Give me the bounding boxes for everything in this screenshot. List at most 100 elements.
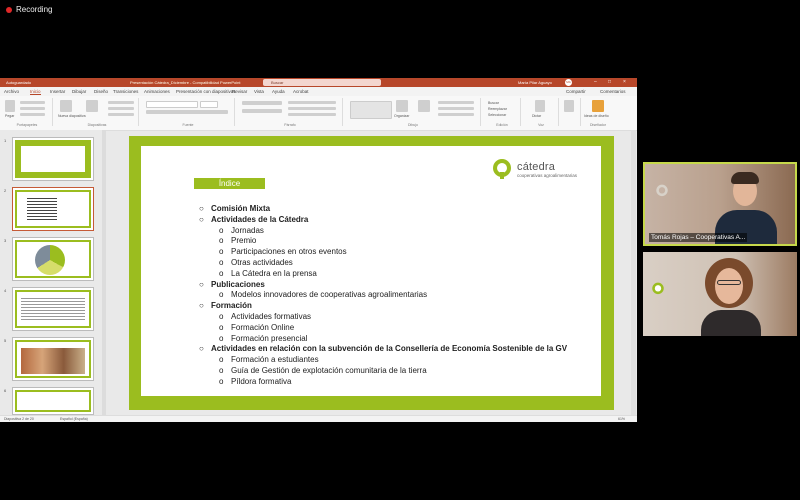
menu-presentacion[interactable]: Presentación con diapositivas — [176, 89, 236, 94]
menu-acrobat[interactable]: Acrobat — [293, 89, 309, 94]
close-icon[interactable]: × — [623, 79, 626, 85]
smartart-icon[interactable] — [288, 113, 336, 116]
menu-archivo[interactable]: Archivo — [4, 89, 19, 94]
wall-logo — [655, 184, 705, 214]
shapes-gallery[interactable] — [350, 101, 392, 119]
toc-text: Jornadas — [231, 225, 264, 235]
bullet-icon: ○ — [199, 279, 204, 289]
font-format-icons[interactable] — [146, 110, 228, 114]
toc-text: Premio — [231, 236, 257, 246]
current-slide[interactable]: cátedra cooperativas agroalimentarias Ín… — [129, 136, 614, 410]
layout-icon[interactable] — [108, 101, 134, 104]
logo-text: cátedra cooperativas agroalimentarias — [517, 161, 577, 178]
paste-label[interactable]: Pegar — [5, 114, 14, 118]
group-label: Voz — [538, 123, 544, 127]
quick-styles-icon[interactable] — [418, 100, 430, 112]
bullet-icon: ○ — [199, 214, 204, 224]
thumb-text-lines — [21, 296, 85, 320]
avatar[interactable]: MA — [565, 79, 572, 86]
toc-subitem: o Formación Online — [199, 323, 567, 334]
font-size-select[interactable] — [200, 101, 218, 108]
reset-icon[interactable] — [108, 107, 134, 110]
ribbon-group-clipboard: Pegar Portapapeles — [2, 98, 53, 127]
zoom-level[interactable]: 61% — [618, 417, 625, 421]
bullet-icon: o — [219, 290, 224, 300]
find-button[interactable]: Buscar — [488, 101, 499, 105]
arrange-label[interactable]: Organizar — [394, 114, 409, 118]
toc-subitem: o Participaciones en otros eventos — [199, 247, 567, 258]
menu-ayuda[interactable]: Ayuda — [272, 89, 285, 94]
list-icons[interactable] — [242, 101, 282, 105]
slide-thumbnail-6[interactable] — [12, 387, 94, 415]
align-icons[interactable] — [242, 109, 282, 113]
thumb-number: 5 — [4, 338, 7, 343]
thumb-photo — [21, 348, 85, 374]
menu-dibujar[interactable]: Dibujar — [72, 89, 86, 94]
bullet-icon: o — [219, 268, 224, 278]
menu-vista[interactable]: Vista — [254, 89, 264, 94]
ribbon-group-slides: Nueva diapositiva Diapositivas — [56, 98, 139, 127]
group-label: Diapositivas — [87, 123, 107, 127]
format-painter-icon[interactable] — [20, 113, 45, 116]
slide-count: Diapositiva 2 de 20 — [4, 417, 34, 421]
search-box[interactable]: Buscar — [263, 79, 381, 86]
participant-video-2[interactable] — [643, 252, 797, 336]
menu-transiciones[interactable]: Transiciones — [113, 89, 138, 94]
autosave-label[interactable]: Autoguardado — [6, 80, 31, 85]
align-text-icon[interactable] — [288, 107, 336, 110]
slide-thumbnail-1[interactable] — [12, 137, 94, 181]
shape-effects-icon[interactable] — [438, 113, 474, 116]
toc-subitem: o Premio — [199, 236, 567, 247]
cut-icon[interactable] — [20, 101, 45, 104]
designer-icon[interactable] — [592, 100, 604, 112]
paste-icon[interactable] — [5, 100, 15, 112]
shape-outline-icon[interactable] — [438, 107, 474, 110]
group-label: Edición — [496, 123, 508, 127]
select-button[interactable]: Seleccionar — [488, 113, 506, 117]
editor-scrollbar[interactable] — [631, 130, 636, 415]
text-direction-icon[interactable] — [288, 101, 336, 104]
thumb-number: 1 — [4, 138, 7, 143]
logo-subtitle: cooperativas agroalimentarias — [517, 172, 578, 178]
participant-video-1[interactable]: Tomás Rojas – Cooperativas A... — [643, 162, 797, 246]
menu-insertar[interactable]: Insertar — [50, 89, 65, 94]
maximize-icon[interactable]: □ — [608, 79, 611, 85]
bullet-icon: o — [219, 311, 224, 321]
microphone-icon[interactable] — [535, 100, 545, 112]
menu-animaciones[interactable]: Animaciones — [144, 89, 170, 94]
comments-button[interactable]: Comentarios — [600, 89, 626, 94]
group-label: Diseñador — [590, 123, 606, 127]
menu-revisar[interactable]: Revisar — [232, 89, 247, 94]
reuse-slides-icon[interactable] — [86, 100, 98, 112]
toc-text: Otras actividades — [231, 257, 293, 267]
new-slide-label[interactable]: Nueva diapositiva — [58, 114, 86, 118]
thumbnails-scrollbar[interactable] — [102, 130, 106, 415]
user-name[interactable]: María Pilar Aguayo — [518, 80, 552, 85]
slide-thumbnail-5[interactable] — [12, 337, 94, 381]
thumb-number: 2 — [4, 188, 7, 193]
menu-inicio[interactable]: Inicio — [30, 89, 41, 95]
replace-button[interactable]: Reemplazar — [488, 107, 507, 111]
toc-text: Actividades de la Cátedra — [211, 214, 309, 224]
toc-subitem: o La Cátedra en la prensa — [199, 269, 567, 280]
ribbon-group-voice: Dictar Voz — [524, 98, 559, 127]
copy-icon[interactable] — [20, 107, 45, 110]
minimize-icon[interactable]: – — [594, 79, 597, 85]
designer-label[interactable]: Ideas de diseño — [584, 114, 609, 118]
font-family-select[interactable] — [146, 101, 198, 108]
bullet-icon: o — [219, 247, 224, 257]
record-icon — [6, 6, 12, 13]
arrange-icon[interactable] — [396, 100, 408, 112]
slide-thumbnail-4[interactable] — [12, 287, 94, 331]
slide-thumbnail-2[interactable] — [12, 187, 94, 231]
bullet-icon: ○ — [199, 204, 204, 213]
menu-diseno[interactable]: Diseño — [94, 89, 108, 94]
sensitivity-icon[interactable] — [564, 100, 574, 112]
section-icon[interactable] — [108, 113, 134, 116]
language[interactable]: Español (España) — [60, 417, 88, 421]
shape-fill-icon[interactable] — [438, 101, 474, 104]
new-slide-icon[interactable] — [60, 100, 72, 112]
dictate-label[interactable]: Dictar — [532, 114, 541, 118]
slide-thumbnail-3[interactable] — [12, 237, 94, 281]
share-button[interactable]: Compartir — [566, 89, 586, 94]
